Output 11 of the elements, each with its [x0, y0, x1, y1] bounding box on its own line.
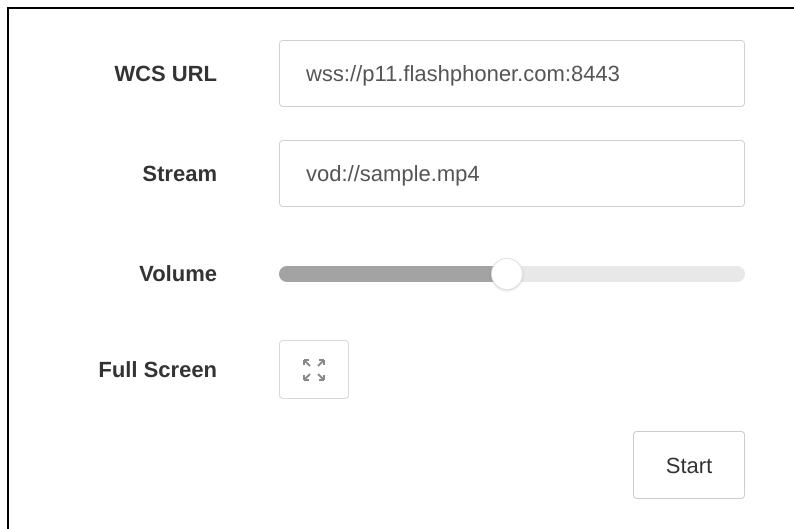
- field-label: Volume: [138, 260, 217, 288]
- slider-thumb[interactable]: [491, 258, 524, 290]
- start-button[interactable]: Start: [633, 431, 745, 499]
- text-field[interactable]: vod://sample.mp4: [279, 140, 745, 207]
- text-field[interactable]: wss://p11.flashphoner.com:8443: [279, 40, 745, 107]
- expand-icon: [302, 358, 326, 382]
- field-label: Stream: [141, 160, 217, 188]
- volume-slider[interactable]: [279, 258, 745, 290]
- field-label: WCS URL: [113, 60, 217, 88]
- fullscreen-button[interactable]: [279, 340, 349, 399]
- field-label: Full Screen: [97, 356, 217, 384]
